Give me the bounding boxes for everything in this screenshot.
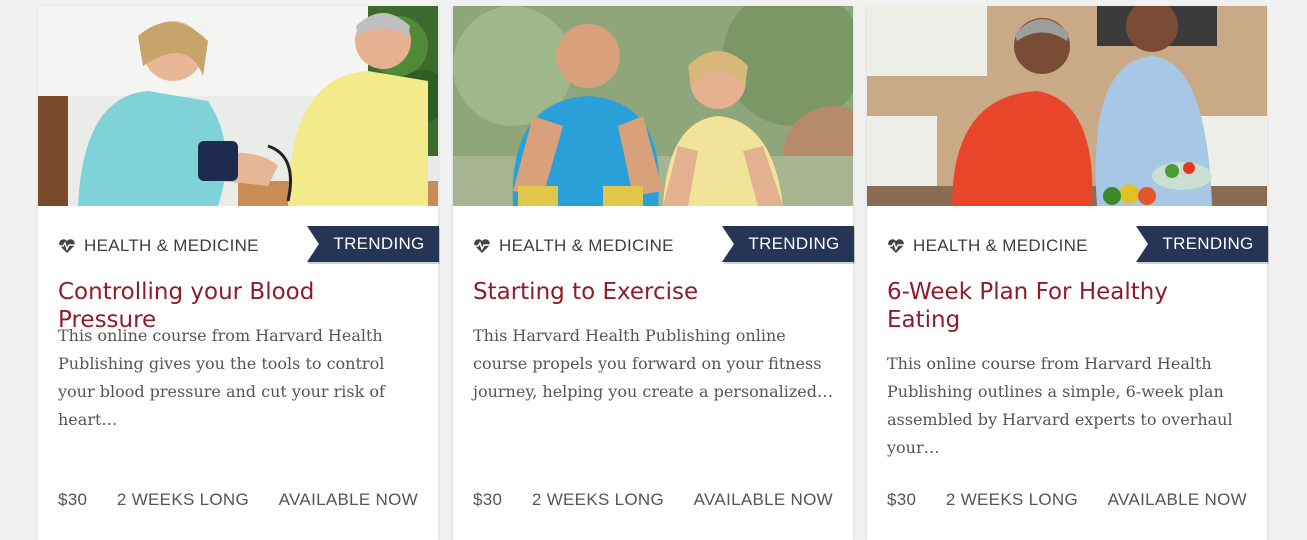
course-availability: AVAILABLE NOW	[278, 490, 418, 509]
course-price: $30	[887, 490, 917, 509]
course-photo[interactable]	[38, 6, 438, 206]
course-meta: $30 2 WEEKS LONG AVAILABLE NOW	[58, 490, 418, 510]
course-card[interactable]: HEALTH & MEDICINE TRENDING 6-Week Plan F…	[867, 6, 1269, 540]
course-availability: AVAILABLE NOW	[693, 490, 833, 509]
course-meta: $30 2 WEEKS LONG AVAILABLE NOW	[887, 490, 1247, 510]
category-text: HEALTH & MEDICINE	[84, 236, 259, 255]
heartbeat-icon	[473, 238, 491, 254]
course-duration: 2 WEEKS LONG	[531, 490, 665, 509]
heartbeat-icon	[887, 238, 905, 254]
course-photo[interactable]	[453, 6, 853, 206]
course-duration: 2 WEEKS LONG	[945, 490, 1079, 509]
course-card-grid: HEALTH & MEDICINE TRENDING Controlling y…	[0, 0, 1307, 540]
course-card[interactable]: HEALTH & MEDICINE TRENDING Starting to E…	[453, 6, 855, 540]
trending-badge: TRENDING	[1136, 226, 1268, 262]
course-description: This online course from Harvard Health P…	[58, 326, 385, 429]
course-description: This online course from Harvard Health P…	[887, 354, 1233, 457]
course-description: This Harvard Health Publishing online co…	[473, 326, 833, 401]
course-duration: 2 WEEKS LONG	[116, 490, 250, 509]
blood-pressure-photo-illustration	[38, 6, 438, 206]
cooking-photo-illustration	[867, 6, 1267, 206]
course-meta: $30 2 WEEKS LONG AVAILABLE NOW	[473, 490, 833, 510]
category-text: HEALTH & MEDICINE	[499, 236, 674, 255]
course-title[interactable]: Starting to Exercise	[473, 278, 833, 306]
trending-badge: TRENDING	[307, 226, 439, 262]
course-price: $30	[473, 490, 503, 509]
category-label[interactable]: HEALTH & MEDICINE	[887, 235, 1088, 257]
exercise-photo-illustration	[453, 6, 853, 206]
course-availability: AVAILABLE NOW	[1107, 490, 1247, 509]
course-card[interactable]: HEALTH & MEDICINE TRENDING Controlling y…	[38, 6, 440, 540]
trending-badge: TRENDING	[722, 226, 854, 262]
category-label[interactable]: HEALTH & MEDICINE	[473, 235, 674, 257]
category-text: HEALTH & MEDICINE	[913, 236, 1088, 255]
course-price: $30	[58, 490, 88, 509]
heartbeat-icon	[58, 238, 76, 254]
category-label[interactable]: HEALTH & MEDICINE	[58, 235, 259, 257]
course-photo[interactable]	[867, 6, 1267, 206]
course-title[interactable]: 6-Week Plan For Healthy Eating	[887, 278, 1247, 334]
